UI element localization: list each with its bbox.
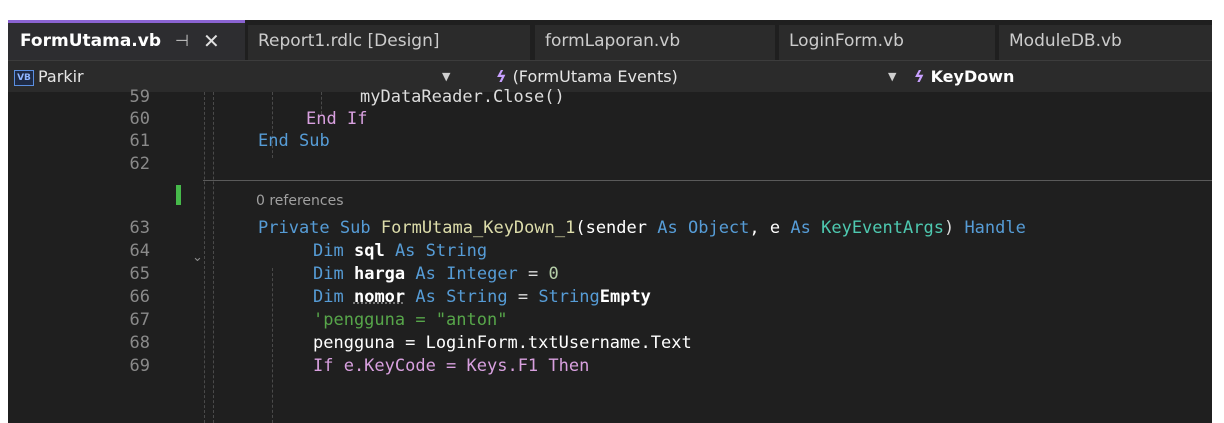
keyword: Handle [964,218,1026,238]
lightning-icon: ϟ [914,67,925,86]
method-separator [203,180,1212,181]
fold-icon[interactable]: ⌄ [192,250,203,265]
operator: = [517,287,529,307]
tab-label: ModuleDB.vb [1009,31,1122,51]
type: String [425,241,488,261]
indent-guide [213,92,214,423]
member-label: KeyDown [930,67,1015,86]
keyword: As [657,218,678,238]
type: Object [687,218,750,238]
line-number: 67 [129,310,150,330]
line-number: 69 [129,356,150,376]
code-area[interactable]: ⌄ ⌄ 59 60 61 62 63 64 65 66 67 68 69 myD… [8,87,1212,423]
codelens-references[interactable]: 0 references [256,193,344,209]
type: String [446,287,508,307]
keyword: As [415,264,436,284]
line-number: 68 [129,333,150,353]
method-name: FormUtama_KeyDown_1 [380,218,576,238]
code-line: myDataReader.Close() [360,86,565,108]
line-number: 65 [129,264,150,284]
code-line: pengguna = LoginForm.txtUsername.Text [313,332,692,354]
line-number: 62 [129,154,150,174]
type: String [538,287,600,307]
member-dropdown[interactable]: ϟ KeyDown [914,61,1204,92]
keyword: Private [258,218,330,238]
identifier: harga [353,264,406,284]
code-line: 'pengguna = "anton" [313,309,507,331]
line-number: 59 [129,87,150,107]
tab-report1-design[interactable]: Report1.rdlc [Design] [248,25,530,60]
lightning-icon: ϟ [496,67,507,86]
keyword: End [258,131,289,151]
tab-moduledb[interactable]: ModuleDB.vb [999,25,1212,60]
document-tab-strip: FormUtama.vb ⊣ ✕ Report1.rdlc [Design] f… [8,20,1212,60]
tab-formutama[interactable]: FormUtama.vb ⊣ ✕ [8,20,245,60]
keyword: Dim [313,264,344,284]
keyword: If [346,109,368,129]
code-line: End Sub [258,130,330,152]
navigation-bar: VB Parkir ▼ ϟ (FormUtama Events) ▼ ϟ KeyDow… [8,60,1212,92]
line-number: 64 [129,241,150,261]
type: KeyEventArgs [821,218,944,238]
keyword: As [415,287,436,307]
identifier: nomor [353,287,406,307]
events-label: (FormUtama Events) [512,67,678,86]
identifier: sql [353,241,385,261]
indent-guide [272,268,273,423]
vb-project-icon: VB [14,69,34,86]
number-literal: 0 [548,264,559,284]
tab-loginform[interactable]: LoginForm.vb [779,25,995,60]
code-line: End If [306,108,367,130]
tab-formlaporan[interactable]: formLaporan.vb [535,25,775,60]
code-line: Dim harga As Integer = 0 [313,263,559,285]
code-editor: FormUtama.vb ⊣ ✕ Report1.rdlc [Design] f… [8,20,1212,423]
line-number: 61 [129,131,150,151]
code-text: (sender [575,218,647,238]
code-line: Private Sub FormUtama_KeyDown_1(sender A… [258,217,1026,239]
code-text: ) [943,218,955,238]
keyword: As [394,241,416,261]
code-text: If e.KeyCode = Keys.F1 Then [313,356,590,376]
chevron-down-icon[interactable]: ▼ [888,61,896,92]
code-line: Dim sql As String [313,240,487,262]
indent-guide [204,92,205,423]
line-number: 60 [129,109,150,129]
keyword: Sub [339,218,371,238]
line-number: 63 [129,218,150,238]
tab-label: FormUtama.vb [20,31,161,51]
tab-label: formLaporan.vb [545,31,681,51]
keyword: Sub [298,131,330,151]
code-text: pengguna = LoginForm.txtUsername.Text [313,333,692,353]
code-text: myDataReader.Close() [360,87,565,107]
keyword: Dim [313,287,344,307]
window-frame: FormUtama.vb ⊣ ✕ Report1.rdlc [Design] f… [0,0,1224,423]
keyword: End [306,109,337,129]
code-text: , e [749,218,781,238]
comment: 'pengguna = "anton" [313,310,508,330]
pin-icon[interactable]: ⊣ [175,23,189,59]
tab-label: LoginForm.vb [789,31,904,51]
tab-label: Report1.rdlc [Design] [258,31,440,51]
line-number: 66 [129,287,150,307]
change-indicator [176,185,181,205]
keyword: As [790,218,811,238]
project-name: Parkir [38,67,84,86]
keyword: Dim [313,241,344,261]
identifier: Empty [599,287,651,307]
type: Integer [446,264,518,284]
close-icon[interactable]: ✕ [203,23,220,59]
code-line: Dim nomor As String = StringEmpty [313,286,651,308]
operator: = [528,264,539,284]
code-line: If e.KeyCode = Keys.F1 Then [313,355,589,377]
